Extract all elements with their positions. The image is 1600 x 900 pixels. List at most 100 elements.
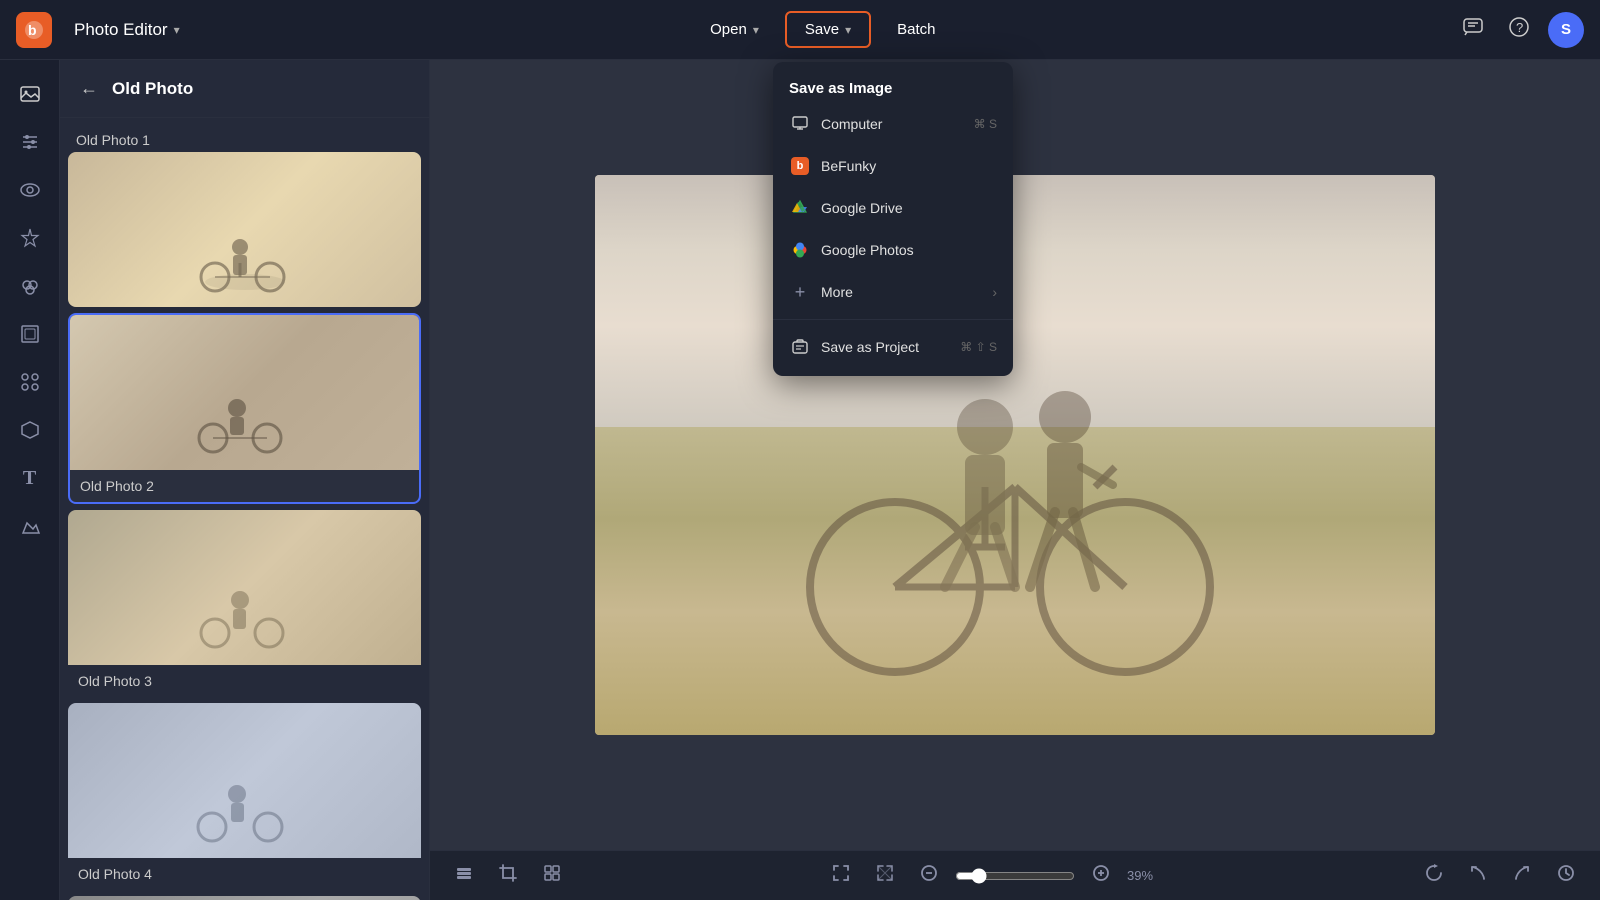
batch-button[interactable]: Batch bbox=[879, 13, 953, 46]
fit-icon bbox=[875, 863, 895, 883]
open-button[interactable]: Open ▾ bbox=[692, 13, 777, 46]
elements-icon bbox=[19, 371, 41, 393]
app-title-label: Photo Editor bbox=[74, 20, 168, 40]
topbar-center: Open ▾ Save ▾ Batch bbox=[692, 11, 953, 48]
thumb-figure-1 bbox=[185, 217, 305, 297]
sidebar-item-retouch[interactable] bbox=[8, 264, 52, 308]
bottom-toolbar-right bbox=[1416, 857, 1584, 894]
file-item-1[interactable] bbox=[68, 152, 421, 307]
file-item-label-4: Old Photo 4 bbox=[68, 858, 421, 890]
help-button[interactable]: ? bbox=[1502, 10, 1536, 50]
redo-icon bbox=[1512, 863, 1532, 883]
fullscreen-icon bbox=[831, 863, 851, 883]
sidebar-item-effects[interactable] bbox=[8, 216, 52, 260]
file-list: Old Photo 1 bbox=[60, 118, 429, 900]
undo-icon bbox=[1468, 863, 1488, 883]
file-thumb-2 bbox=[70, 315, 419, 470]
zoom-slider[interactable] bbox=[955, 868, 1075, 884]
project-left: Save as Project bbox=[789, 336, 919, 358]
file-item-4[interactable]: Old Photo 4 bbox=[68, 703, 421, 890]
refresh-icon bbox=[1424, 863, 1444, 883]
adjustments-icon bbox=[19, 131, 41, 153]
save-to-gdrive[interactable]: Google Drive bbox=[773, 187, 1013, 229]
icon-sidebar: T bbox=[0, 60, 60, 900]
save-button[interactable]: Save ▾ bbox=[785, 11, 871, 48]
undo-button[interactable] bbox=[1460, 857, 1496, 894]
gphotos-left: Google Photos bbox=[789, 239, 914, 261]
eye-icon bbox=[19, 179, 41, 201]
file-thumb-5 bbox=[68, 896, 421, 900]
canvas-image bbox=[595, 175, 1435, 735]
sidebar-item-elements[interactable] bbox=[8, 360, 52, 404]
save-as-project[interactable]: Save as Project ⌘ ⇧ S bbox=[773, 326, 1013, 368]
frames-icon bbox=[19, 323, 41, 345]
plus-more-icon: + bbox=[789, 281, 811, 303]
save-to-gphotos[interactable]: Google Photos bbox=[773, 229, 1013, 271]
bottom-toolbar: 39% bbox=[430, 850, 1600, 900]
layers-button[interactable] bbox=[446, 857, 482, 894]
layers-icon bbox=[454, 863, 474, 883]
file-panel-header: ← Old Photo bbox=[60, 60, 429, 118]
redo-button[interactable] bbox=[1504, 857, 1540, 894]
text-icon: T bbox=[23, 467, 36, 490]
dropdown-divider bbox=[773, 319, 1013, 320]
project-shortcut: ⌘ ⇧ S bbox=[960, 340, 997, 354]
save-to-befunky[interactable]: b BeFunky bbox=[773, 145, 1013, 187]
history-icon bbox=[1556, 863, 1576, 883]
zoom-out-icon bbox=[919, 863, 939, 883]
crop-icon bbox=[498, 863, 518, 883]
effects-icon bbox=[19, 227, 41, 249]
avatar-letter: S bbox=[1561, 21, 1571, 38]
sidebar-item-image[interactable] bbox=[8, 72, 52, 116]
sidebar-item-text[interactable]: T bbox=[8, 456, 52, 500]
zoom-in-button[interactable] bbox=[1083, 857, 1119, 894]
gdrive-left: Google Drive bbox=[789, 197, 903, 219]
file-item-label-2: Old Photo 2 bbox=[70, 470, 419, 502]
grid-button[interactable] bbox=[534, 857, 570, 894]
file-item-2[interactable]: Old Photo 2 bbox=[68, 313, 421, 504]
zoom-out-button[interactable] bbox=[911, 857, 947, 894]
sidebar-item-frames[interactable] bbox=[8, 312, 52, 356]
batch-label: Batch bbox=[897, 21, 935, 38]
more-chevron-icon: › bbox=[992, 284, 997, 300]
zoom-percentage: 39% bbox=[1127, 868, 1163, 883]
google-drive-icon bbox=[789, 197, 811, 219]
panel-title: Old Photo bbox=[112, 79, 193, 99]
sidebar-item-adjustments[interactable] bbox=[8, 120, 52, 164]
history-button[interactable] bbox=[1548, 857, 1584, 894]
topbar-right: ? S bbox=[1456, 10, 1584, 50]
save-more[interactable]: + More › bbox=[773, 271, 1013, 313]
computer-shortcut: ⌘ S bbox=[974, 117, 997, 131]
sidebar-item-graphics[interactable] bbox=[8, 504, 52, 548]
canvas-image-inner bbox=[595, 175, 1435, 735]
image-icon bbox=[19, 83, 41, 105]
canvas-wrapper bbox=[430, 60, 1600, 850]
crop-button[interactable] bbox=[490, 857, 526, 894]
refresh-button[interactable] bbox=[1416, 857, 1452, 894]
file-thumb-4 bbox=[68, 703, 421, 858]
fit-button[interactable] bbox=[867, 857, 903, 894]
sidebar-item-mask[interactable] bbox=[8, 408, 52, 452]
open-chevron: ▾ bbox=[753, 23, 759, 37]
grid-icon bbox=[542, 863, 562, 883]
file-item-5[interactable]: Old Photo 5 bbox=[68, 896, 421, 900]
graphics-icon bbox=[19, 515, 41, 537]
chat-icon bbox=[1462, 16, 1484, 38]
file-item-3[interactable]: Old Photo 3 bbox=[68, 510, 421, 697]
google-photos-icon bbox=[789, 239, 811, 261]
fullscreen-button[interactable] bbox=[823, 857, 859, 894]
sidebar-item-view[interactable] bbox=[8, 168, 52, 212]
gphotos-label: Google Photos bbox=[821, 242, 914, 258]
topbar: b Photo Editor ▾ Open ▾ Save ▾ Batch bbox=[0, 0, 1600, 60]
computer-label: Computer bbox=[821, 116, 882, 132]
retouch-icon bbox=[19, 275, 41, 297]
app-title-chevron: ▾ bbox=[174, 23, 180, 37]
project-label: Save as Project bbox=[821, 339, 919, 355]
chat-button[interactable] bbox=[1456, 10, 1490, 50]
app-title-button[interactable]: Photo Editor ▾ bbox=[64, 14, 190, 46]
file-thumb-1 bbox=[68, 152, 421, 307]
back-button[interactable]: ← bbox=[76, 74, 102, 103]
avatar-button[interactable]: S bbox=[1548, 12, 1584, 48]
save-to-computer[interactable]: Computer ⌘ S bbox=[773, 103, 1013, 145]
more-label: More bbox=[821, 284, 853, 300]
